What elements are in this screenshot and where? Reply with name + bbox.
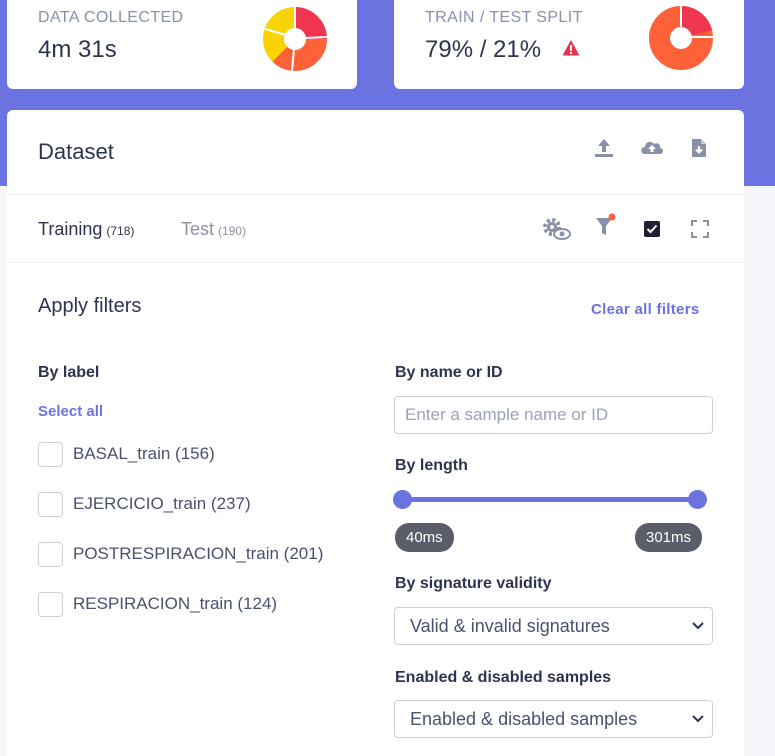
signature-validity-select[interactable]: Valid & invalid signatures bbox=[394, 607, 713, 645]
checkbox[interactable] bbox=[38, 541, 63, 567]
train-test-donut bbox=[649, 6, 713, 70]
length-slider-track[interactable] bbox=[402, 497, 698, 502]
length-min-tag: 40ms bbox=[395, 523, 454, 552]
label-checkbox-basal[interactable]: BASAL_train (156) bbox=[38, 441, 215, 467]
tab-training-label: Training bbox=[38, 219, 103, 239]
signature-validity-value: Valid & invalid signatures bbox=[410, 616, 610, 636]
clear-all-filters-link[interactable]: Clear all filters bbox=[591, 301, 699, 318]
file-download-icon[interactable] bbox=[690, 136, 708, 160]
train-test-card: TRAIN / TEST SPLIT 79% / 21% bbox=[394, 0, 744, 89]
checkbox[interactable] bbox=[38, 591, 63, 617]
checkbox[interactable] bbox=[38, 441, 63, 467]
enabled-samples-value: Enabled & disabled samples bbox=[410, 709, 638, 729]
checkbox-label: RESPIRACION_train (124) bbox=[73, 594, 278, 613]
data-collected-value: 4m 31s bbox=[38, 36, 117, 63]
chevron-down-icon bbox=[692, 622, 704, 630]
chevron-down-icon bbox=[692, 715, 704, 723]
train-test-value: 79% / 21% bbox=[425, 36, 542, 63]
tab-test-label: Test bbox=[181, 219, 215, 239]
by-name-title: By name or ID bbox=[395, 364, 503, 381]
checkbox-label: BASAL_train (156) bbox=[73, 444, 215, 463]
length-max-tag: 301ms bbox=[635, 523, 703, 552]
label-checkbox-ejercicio[interactable]: EJERCICIO_train (237) bbox=[38, 491, 251, 517]
fullscreen-icon[interactable] bbox=[691, 220, 709, 238]
tab-training-count: (718) bbox=[106, 224, 135, 238]
tabs-row: Training (718) Test (190) bbox=[7, 195, 744, 263]
cloud-upload-icon[interactable] bbox=[639, 136, 665, 160]
length-slider-min-handle[interactable] bbox=[393, 490, 412, 509]
enabled-samples-title: Enabled & disabled samples bbox=[395, 669, 612, 686]
by-label-title: By label bbox=[38, 364, 100, 381]
dataset-title: Dataset bbox=[38, 139, 114, 164]
by-length-title: By length bbox=[395, 457, 468, 474]
tab-test[interactable]: Test (190) bbox=[181, 219, 246, 240]
checkbox-label: EJERCICIO_train (237) bbox=[73, 494, 251, 513]
filter-icon[interactable] bbox=[594, 213, 618, 239]
checkbox-checked-icon[interactable] bbox=[643, 220, 661, 238]
filters-title: Apply filters bbox=[38, 295, 142, 317]
checkbox-label: POSTRESPIRACION_train (201) bbox=[73, 544, 324, 563]
data-collected-card: DATA COLLECTED 4m 31s bbox=[7, 0, 357, 89]
warning-icon bbox=[562, 40, 580, 56]
tab-test-count: (190) bbox=[218, 224, 247, 238]
tab-training[interactable]: Training (718) bbox=[38, 219, 134, 240]
checkbox[interactable] bbox=[38, 491, 63, 517]
dataset-header: Dataset bbox=[7, 110, 744, 195]
train-test-label: TRAIN / TEST SPLIT bbox=[425, 9, 583, 26]
label-checkbox-postrespiracion[interactable]: POSTRESPIRACION_train (201) bbox=[38, 541, 323, 567]
select-all-link[interactable]: Select all bbox=[38, 403, 103, 420]
upload-icon[interactable] bbox=[593, 136, 615, 160]
by-signature-title: By signature validity bbox=[395, 575, 552, 592]
enabled-samples-select[interactable]: Enabled & disabled samples bbox=[394, 700, 713, 738]
label-checkbox-respiracion[interactable]: RESPIRACION_train (124) bbox=[38, 591, 277, 617]
length-slider-max-handle[interactable] bbox=[688, 490, 707, 509]
sample-name-input[interactable] bbox=[394, 396, 713, 434]
data-collected-label: DATA COLLECTED bbox=[38, 9, 184, 26]
data-collected-donut bbox=[263, 7, 327, 71]
settings-view-icon[interactable] bbox=[540, 215, 572, 243]
